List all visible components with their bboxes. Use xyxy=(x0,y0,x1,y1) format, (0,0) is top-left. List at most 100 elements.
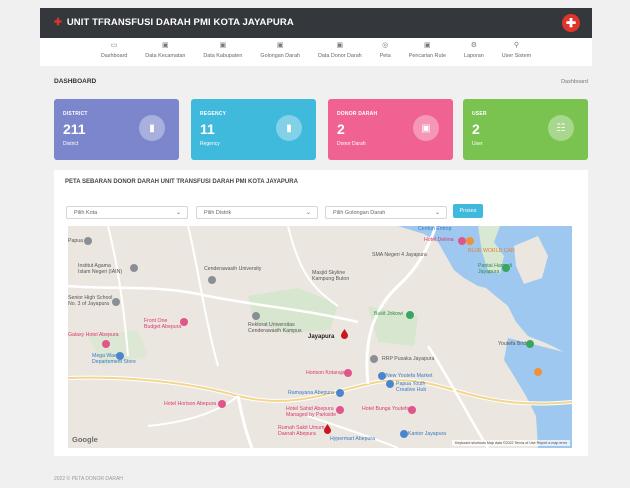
map-label: Jayapura xyxy=(308,334,335,340)
nav-item-label: Data Donor Darah xyxy=(317,53,362,59)
google-map[interactable]: Papua Institut Agama Islam Negeri (IAIN)… xyxy=(68,226,572,448)
nav-item-label: User Sistem xyxy=(501,53,532,59)
donor-marker[interactable] xyxy=(324,424,331,434)
nav-item-user-sistem[interactable]: ⚲ User Sistem xyxy=(493,38,540,66)
nav-item-dashboard[interactable]: ▭ Dashboard xyxy=(92,38,136,66)
place-pin[interactable] xyxy=(180,318,188,326)
nav-item-label: Golongan Darah xyxy=(260,53,300,59)
app-title: UNIT TFRANSFUSI DARAH PMI KOTA JAYAPURA xyxy=(66,17,294,28)
breadcrumb[interactable]: Dashboard xyxy=(561,79,588,85)
donor-marker[interactable] xyxy=(341,329,348,339)
place-pin[interactable] xyxy=(336,406,344,414)
users-icon: ☷ xyxy=(548,115,574,141)
plus-cross-icon: ✚ xyxy=(54,17,63,28)
map-label: Hotel Bunga Youtefa xyxy=(362,406,410,412)
place-pin[interactable] xyxy=(84,237,92,245)
nav-item-data-donor-darah[interactable]: ▣ Data Donor Darah xyxy=(309,38,371,66)
app-brand[interactable]: ✚ UNIT TFRANSFUSI DARAH PMI KOTA JAYAPUR… xyxy=(54,17,294,28)
map-label: Galaxy Hotel Abepura xyxy=(68,332,119,338)
place-pin[interactable] xyxy=(102,340,110,348)
city-select[interactable]: Pilih Kota ⌄ xyxy=(66,206,188,219)
card-title: USER xyxy=(472,111,487,117)
place-pin[interactable] xyxy=(466,237,474,245)
district-select[interactable]: Pilih Distrik ⌄ xyxy=(196,206,318,219)
map-label: Rumah Sakit Umum Daerah Abepura xyxy=(278,425,325,438)
place-pin[interactable] xyxy=(112,298,120,306)
select-value: Pilih Distrik xyxy=(204,210,232,216)
map-label: Masjid Skyline Kampung Buton xyxy=(312,270,350,283)
map-label: Senior High School No. 3 of Jayapura xyxy=(68,295,113,308)
chevron-down-icon: ⌄ xyxy=(305,210,311,216)
map-label: Papua Youth Creative Hub xyxy=(396,381,427,394)
place-pin[interactable] xyxy=(370,355,378,363)
place-pin[interactable] xyxy=(502,264,510,272)
map-label: New Youtefa Market xyxy=(386,373,433,379)
briefcase-icon: ▣ xyxy=(219,42,227,49)
card-value: 2 xyxy=(337,121,345,137)
place-pin[interactable] xyxy=(344,369,352,377)
map-label: Horison Kotaraja xyxy=(306,370,345,376)
place-pin[interactable] xyxy=(336,389,344,397)
nav-item-pencarian-rute[interactable]: ▣ Pencarian Rute xyxy=(400,38,455,66)
card-value: 211 xyxy=(63,121,86,137)
place-pin[interactable] xyxy=(386,380,394,388)
map-attribution[interactable]: Keyboard shortcuts Map data ©2022 Terms … xyxy=(451,440,570,446)
map-label: Hotel Sahid Abepura Managed by Parkside xyxy=(286,406,337,419)
place-pin[interactable] xyxy=(408,406,416,414)
place-pin[interactable] xyxy=(458,237,466,245)
nav-item-data-kecamatan[interactable]: ▣ Data Kecamatan xyxy=(136,38,194,66)
page-title: DASHBOARD xyxy=(54,78,97,85)
nav-item-label: Peta xyxy=(379,53,391,59)
map-label: Cenfuri Entrop xyxy=(418,226,452,232)
map-label: Bukit Jokowi xyxy=(374,311,403,317)
page-header: DASHBOARD Dashboard xyxy=(54,78,588,92)
card-subtitle: Donor Darah xyxy=(337,141,366,147)
place-pin[interactable] xyxy=(378,372,386,380)
place-pin[interactable] xyxy=(130,264,138,272)
card-donor-darah: DONOR DARAH 2 Donor Darah ▣ xyxy=(328,99,453,160)
nav-item-peta[interactable]: ◎ Peta xyxy=(371,38,400,66)
nav-item-data-kabupaten[interactable]: ▣ Data Kabupaten xyxy=(194,38,251,66)
nav-item-golongan-darah[interactable]: ▣ Golongan Darah xyxy=(251,38,309,66)
briefcase-icon: ▣ xyxy=(336,42,344,49)
nav-item-label: Laporan xyxy=(463,53,484,59)
blood-type-select[interactable]: Pilih Golongan Darah ⌄ xyxy=(325,206,447,219)
select-value: Pilih Golongan Darah xyxy=(333,210,386,216)
place-pin[interactable] xyxy=(534,368,542,376)
map-label: Front One Budget Abepura xyxy=(144,318,182,331)
place-pin[interactable] xyxy=(116,352,124,360)
place-pin[interactable] xyxy=(208,276,216,284)
map-label: Papua xyxy=(68,238,84,244)
nav-item-laporan[interactable]: ⚙ Laporan xyxy=(455,38,493,66)
place-pin[interactable] xyxy=(400,430,408,438)
place-pin[interactable] xyxy=(406,311,414,319)
briefcase-icon: ▣ xyxy=(424,42,431,49)
map-label: Mega Waena Departement Store xyxy=(92,353,136,366)
card-title: DISTRICT xyxy=(63,111,88,117)
card-user: USER 2 User ☷ xyxy=(463,99,588,160)
map-pin-icon: ◎ xyxy=(382,42,389,49)
process-button[interactable]: Proses xyxy=(453,204,483,218)
panel-title: PETA SEBARAN DONOR DARAH UNIT TRANSFUSI … xyxy=(65,179,298,185)
map-label: BLUE WORLD CAR xyxy=(468,248,515,254)
place-pin[interactable] xyxy=(252,312,260,320)
briefcase-icon: ▣ xyxy=(276,42,284,49)
briefcase-icon: ▣ xyxy=(162,42,169,49)
place-pin[interactable] xyxy=(526,340,534,348)
map-label: Institut Agama Islam Negeri (IAIN) xyxy=(78,263,123,276)
map-label: Hotel Horison Abepura xyxy=(164,401,217,407)
card-title: REGENCY xyxy=(200,111,227,117)
chevron-down-icon: ⌄ xyxy=(175,210,181,216)
settings-icon: ⚙ xyxy=(470,42,477,49)
top-bar: ✚ UNIT TFRANSFUSI DARAH PMI KOTA JAYAPUR… xyxy=(40,8,592,38)
map-label: Ramayana Abepura xyxy=(288,390,334,396)
nav-item-label: Data Kecamatan xyxy=(145,53,186,59)
card-subtitle: Regency xyxy=(200,141,220,147)
map-label: Hypermart Abepura xyxy=(330,436,375,442)
map-panel: PETA SEBARAN DONOR DARAH UNIT TRANSFUSI … xyxy=(54,170,588,456)
user-icon: ⚲ xyxy=(513,42,519,49)
nav-item-label: Pencarian Rute xyxy=(408,53,446,59)
place-pin[interactable] xyxy=(218,400,226,408)
monitor-icon: ▭ xyxy=(110,42,118,49)
plus-cross-icon[interactable]: ✚ xyxy=(562,14,580,32)
